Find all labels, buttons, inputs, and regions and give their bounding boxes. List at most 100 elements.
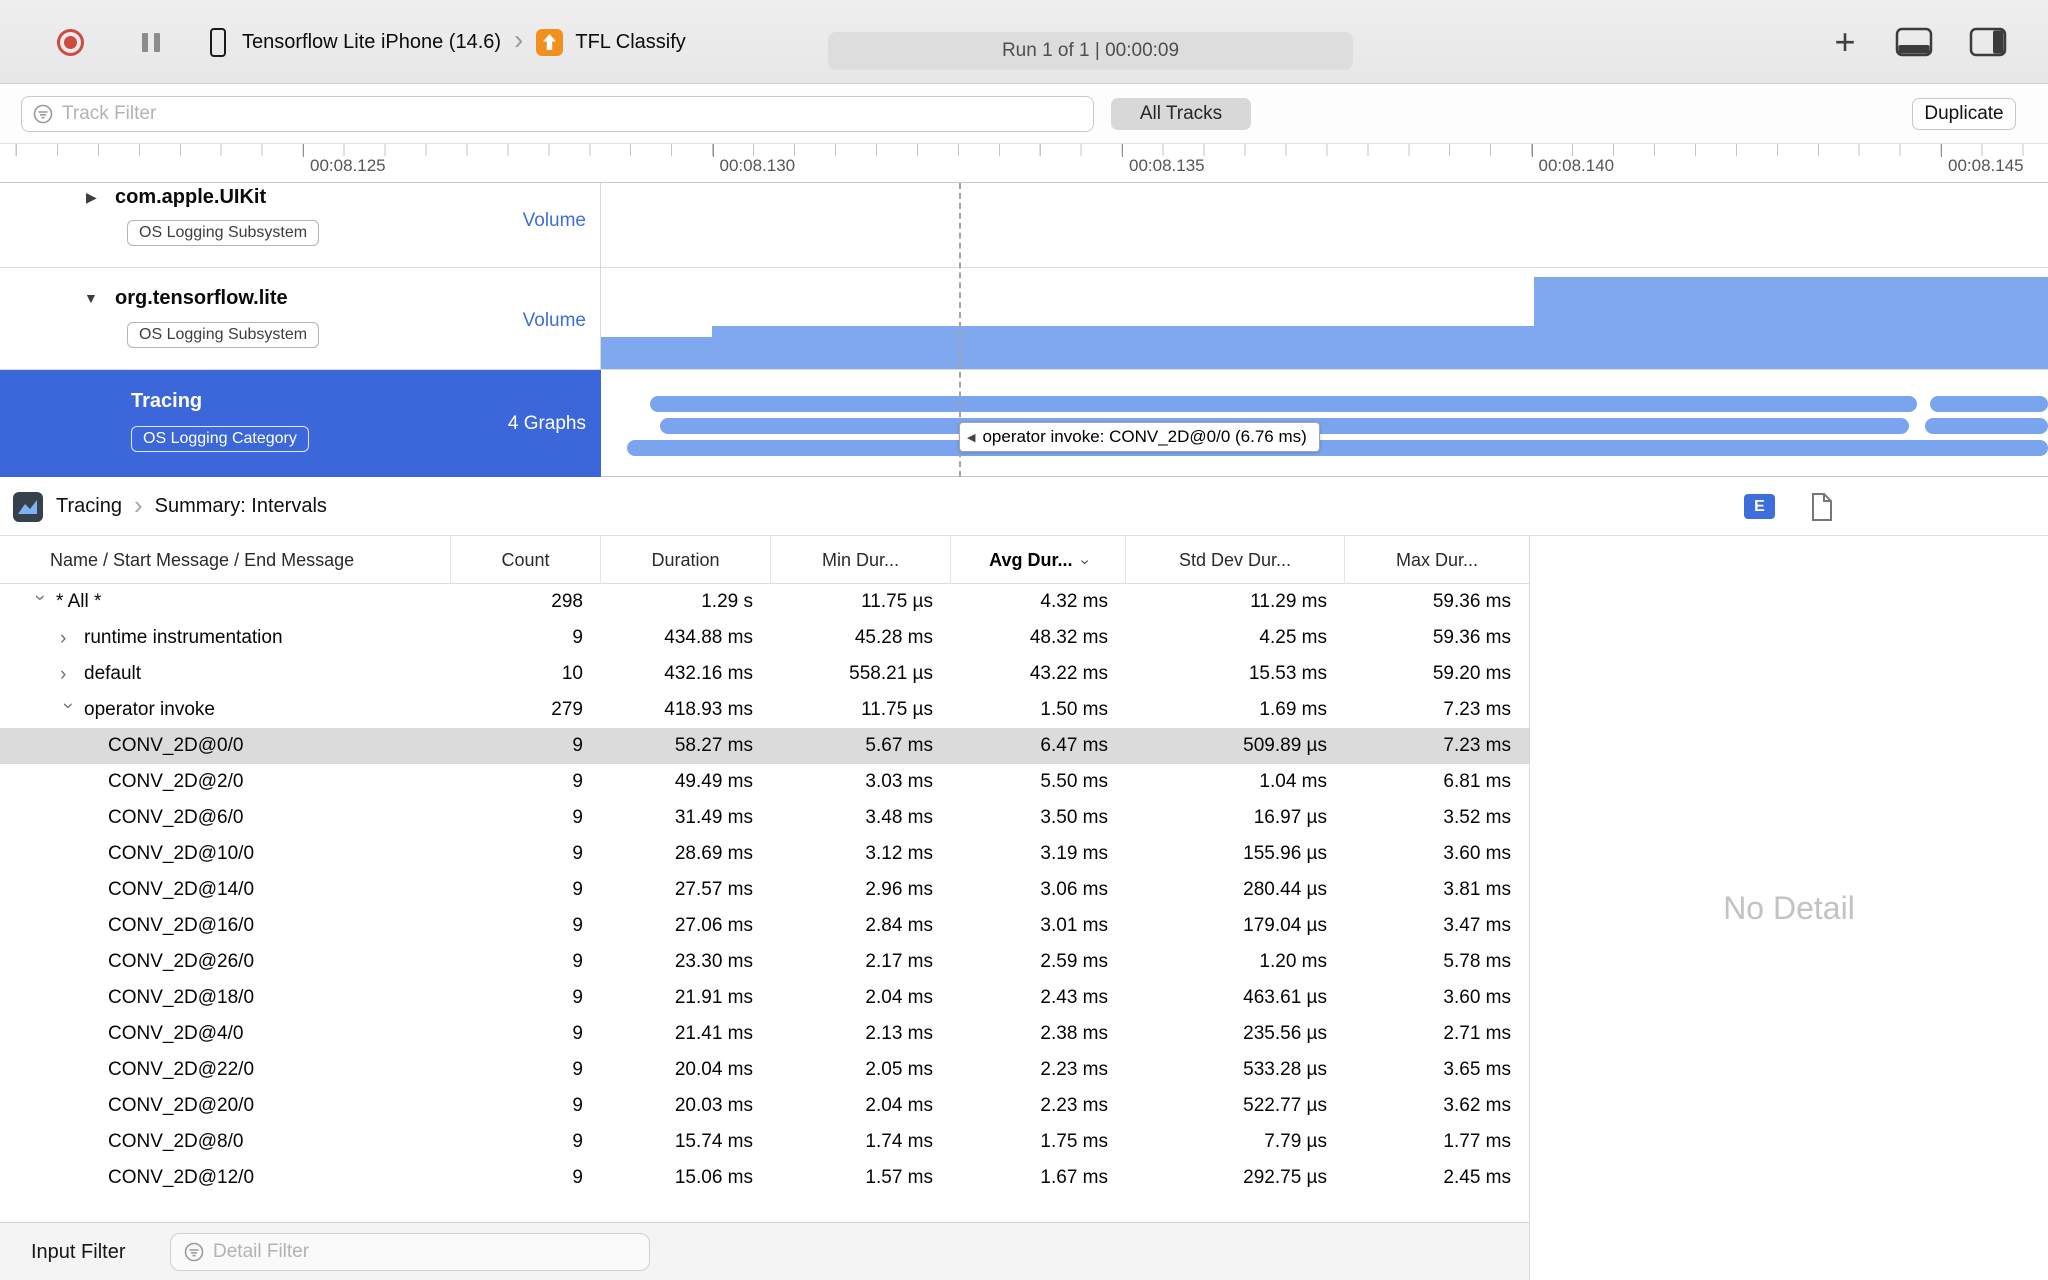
interval-bar[interactable] xyxy=(1930,396,2048,412)
row-min-cell: 2.84 ms xyxy=(865,915,933,936)
track-meta-label: Volume xyxy=(522,310,586,331)
document-icon[interactable] xyxy=(1810,492,1834,522)
column-header-name[interactable]: Name / Start Message / End Message xyxy=(0,536,451,584)
detail-filter-field[interactable] xyxy=(170,1233,650,1271)
table-row[interactable]: › operator invoke 279 418.93 ms 11.75 µs 1.50… xyxy=(0,692,1529,728)
track-lane-canvas[interactable]: ◀ operator invoke: CONV_2D@0/0 (6.76 ms) xyxy=(601,370,2048,477)
add-instrument-button[interactable]: + xyxy=(1828,0,1862,84)
column-header-min-dur[interactable]: Min Dur... xyxy=(771,536,951,584)
row-min-cell: 5.67 ms xyxy=(865,735,933,756)
interval-tooltip: ◀ operator invoke: CONV_2D@0/0 (6.76 ms) xyxy=(959,422,1320,452)
row-avg-cell: 6.47 ms xyxy=(1040,735,1108,756)
row-max-cell: 3.62 ms xyxy=(1443,1095,1511,1116)
row-duration-cell: 20.03 ms xyxy=(674,1095,753,1116)
column-header-count[interactable]: Count xyxy=(451,536,601,584)
track-lane-canvas[interactable] xyxy=(601,268,2048,369)
breadcrumb-item-summary[interactable]: Summary: Intervals xyxy=(155,495,327,518)
toggle-right-pane-button[interactable] xyxy=(1969,27,2007,57)
row-std-cell: 7.79 µs xyxy=(1264,1131,1327,1152)
record-dot-icon xyxy=(64,35,77,49)
interval-bar[interactable] xyxy=(650,396,1917,412)
table-row[interactable]: CONV_2D@8/0 9 15.74 ms 1.74 ms 1.75 ms 7.79 µ… xyxy=(0,1124,1529,1160)
track-badge: OS Logging Category xyxy=(131,426,309,452)
chevron-right-icon: › xyxy=(514,24,524,55)
table-row[interactable]: CONV_2D@20/0 9 20.03 ms 2.04 ms 2.23 ms 522.7… xyxy=(0,1088,1529,1124)
target-app-selector[interactable]: TFL Classify xyxy=(575,31,685,54)
row-name-cell: CONV_2D@20/0 xyxy=(0,1095,451,1117)
track-row-tracing-selected[interactable]: Tracing OS Logging Category 4 Graphs ◀ o… xyxy=(0,370,2048,477)
table-row[interactable]: CONV_2D@4/0 9 21.41 ms 2.13 ms 2.38 ms 235.56… xyxy=(0,1016,1529,1052)
interval-bar[interactable] xyxy=(1925,418,2048,434)
row-disclosure-chevron-icon[interactable]: › xyxy=(30,594,51,610)
track-lane-canvas[interactable] xyxy=(601,183,2048,267)
row-max-cell: 3.52 ms xyxy=(1443,807,1511,828)
row-duration-cell: 23.30 ms xyxy=(674,951,753,972)
timeline-ruler[interactable]: 00:08.125 00:08.130 00:08.135 00:08.140 00:0… xyxy=(0,144,2048,183)
detail-filter-input[interactable] xyxy=(213,1241,649,1263)
row-max-cell: 2.71 ms xyxy=(1443,1023,1511,1044)
device-selector[interactable]: Tensorflow Lite iPhone (14.6) xyxy=(242,31,501,54)
summary-pane: Name / Start Message / End Message Count… xyxy=(0,536,1529,1280)
table-row[interactable]: CONV_2D@0/0 9 58.27 ms 5.67 ms 6.47 ms 509.89… xyxy=(0,728,1529,764)
column-header-std-dev-dur[interactable]: Std Dev Dur... xyxy=(1126,536,1345,584)
row-max-cell: 59.36 ms xyxy=(1432,591,1511,612)
table-row[interactable]: › default 10 432.16 ms 558.21 µs 43.22 ms 15.5… xyxy=(0,656,1529,692)
row-min-cell: 2.05 ms xyxy=(865,1059,933,1080)
row-name: CONV_2D@26/0 xyxy=(108,951,255,972)
pause-bar-icon xyxy=(154,32,160,52)
table-row[interactable]: CONV_2D@22/0 9 20.04 ms 2.05 ms 2.23 ms 533.2… xyxy=(0,1052,1529,1088)
table-row[interactable]: CONV_2D@26/0 9 23.30 ms 2.17 ms 2.59 ms 1.20 … xyxy=(0,944,1529,980)
row-disclosure-chevron-icon[interactable]: › xyxy=(60,665,76,684)
disclosure-collapsed-icon[interactable]: ▶ xyxy=(86,189,97,206)
breadcrumb-item-tracing[interactable]: Tracing xyxy=(56,495,122,518)
table-row[interactable]: CONV_2D@14/0 9 27.57 ms 2.96 ms 3.06 ms 280.4… xyxy=(0,872,1529,908)
track-name: com.apple.UIKit xyxy=(115,186,267,208)
interval-bar[interactable] xyxy=(627,440,2048,456)
row-disclosure-chevron-icon[interactable]: › xyxy=(60,629,76,648)
track-filter-input[interactable] xyxy=(62,103,1093,125)
row-name-cell: CONV_2D@0/0 xyxy=(0,735,451,757)
row-std-cell: 11.29 ms xyxy=(1250,591,1327,612)
table-row[interactable]: CONV_2D@18/0 9 21.91 ms 2.04 ms 2.43 ms 463.6… xyxy=(0,980,1529,1016)
extended-detail-button[interactable]: E xyxy=(1744,494,1775,519)
row-min-cell: 45.28 ms xyxy=(854,627,933,648)
row-disclosure-chevron-icon[interactable]: › xyxy=(58,702,79,718)
track-row-com-apple-uikit[interactable]: ▶ com.apple.UIKit OS Logging Subsystem V… xyxy=(0,183,2048,268)
table-row[interactable]: CONV_2D@6/0 9 31.49 ms 3.48 ms 3.50 ms 16.97 … xyxy=(0,800,1529,836)
disclosure-expanded-icon[interactable]: ▼ xyxy=(84,290,98,306)
column-header-avg-dur[interactable]: Avg Dur... › xyxy=(951,536,1126,584)
toggle-bottom-pane-button[interactable] xyxy=(1895,27,1933,57)
tracing-instrument-icon xyxy=(13,491,43,522)
row-name-cell: CONV_2D@6/0 xyxy=(0,807,451,829)
ruler-major-tick: 00:08.145 xyxy=(1941,144,2024,175)
row-avg-cell: 1.75 ms xyxy=(1040,1131,1108,1152)
column-header-duration[interactable]: Duration xyxy=(601,536,771,584)
row-count-cell: 9 xyxy=(572,1023,583,1044)
track-row-org-tensorflow-lite[interactable]: ▼ org.tensorflow.lite OS Logging Subsyst… xyxy=(0,268,2048,370)
table-row[interactable]: CONV_2D@10/0 9 28.69 ms 3.12 ms 3.19 ms 155.9… xyxy=(0,836,1529,872)
row-name-cell: › default xyxy=(0,663,451,685)
record-button[interactable] xyxy=(57,28,84,56)
pause-button[interactable] xyxy=(142,32,160,52)
row-duration-cell: 21.91 ms xyxy=(674,987,753,1008)
target-app-icon xyxy=(536,28,564,56)
no-detail-panel: No Detail xyxy=(1529,536,2048,1280)
track-filter-field[interactable] xyxy=(21,96,1094,132)
column-header-max-dur[interactable]: Max Dur... xyxy=(1345,536,1529,584)
table-row[interactable]: CONV_2D@2/0 9 49.49 ms 3.03 ms 5.50 ms 1.04 m… xyxy=(0,764,1529,800)
table-row[interactable]: CONV_2D@12/0 9 15.06 ms 1.57 ms 1.67 ms 292.7… xyxy=(0,1160,1529,1196)
table-row[interactable]: › * All * 298 1.29 s 11.75 µs 4.32 ms 11.29 ms… xyxy=(0,584,1529,620)
row-avg-cell: 3.50 ms xyxy=(1040,807,1108,828)
row-name: * All * xyxy=(56,591,102,612)
row-name: CONV_2D@14/0 xyxy=(108,879,255,900)
filter-icon xyxy=(184,1242,204,1262)
table-row[interactable]: › runtime instrumentation 9 434.88 ms 45.28 … xyxy=(0,620,1529,656)
table-row[interactable]: CONV_2D@16/0 9 27.06 ms 2.84 ms 3.01 ms 179.0… xyxy=(0,908,1529,944)
row-name-cell: CONV_2D@4/0 xyxy=(0,1023,451,1045)
all-tracks-button[interactable]: All Tracks xyxy=(1111,98,1251,130)
duplicate-button[interactable]: Duplicate xyxy=(1912,98,2016,130)
row-count-cell: 9 xyxy=(572,915,583,936)
row-max-cell: 2.45 ms xyxy=(1443,1167,1511,1188)
row-duration-cell: 20.04 ms xyxy=(674,1059,753,1080)
row-duration-cell: 21.41 ms xyxy=(674,1023,753,1044)
